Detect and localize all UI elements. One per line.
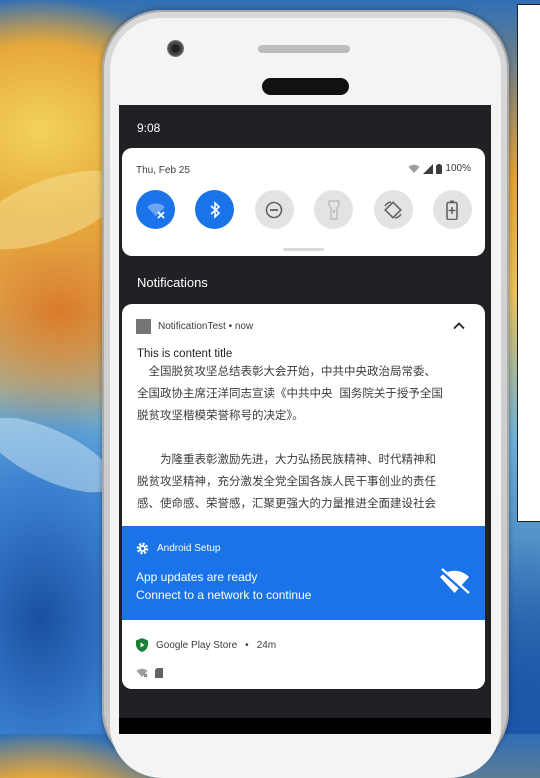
qs-status-icons: 100%: [408, 163, 471, 174]
wifi-signal-icon: [408, 164, 420, 173]
cell-signal-icon: [423, 163, 434, 174]
separator-dot: •: [245, 639, 249, 651]
status-time: 9:08: [137, 121, 161, 135]
auto-rotate-tile[interactable]: [373, 190, 413, 229]
play-time: 24m: [256, 639, 277, 651]
notification-shade[interactable]: 9:08 Thu, Feb 25 100% Notifications Noti…: [119, 105, 491, 734]
setup-text: Connect to a network to continue: [136, 588, 312, 602]
earpiece-speaker: [262, 78, 349, 95]
wifi-off-icon: [146, 202, 165, 219]
chevron-up-icon[interactable]: [451, 318, 467, 334]
battery-saver-tile[interactable]: [432, 190, 472, 229]
wifi-tile[interactable]: [136, 190, 175, 229]
setup-header: Android Setup: [136, 542, 220, 555]
play-app-name: Google Play Store: [156, 639, 238, 651]
auto-rotate-icon: [384, 200, 402, 219]
play-status-icons: [136, 668, 163, 678]
notification-title: This is content title: [137, 348, 233, 360]
notification-test-header[interactable]: NotificationTest • now: [136, 318, 471, 334]
top-bezel-slot: [258, 45, 350, 53]
flashlight-tile[interactable]: [314, 190, 354, 229]
bluetooth-tile[interactable]: [195, 190, 235, 229]
notification-body: 全国脱贫攻坚总结表彰大会开始，中共中央政治局常委、 全国政协主席汪洋同志宣读《中…: [137, 366, 443, 511]
do-not-disturb-icon: [265, 201, 283, 218]
quick-settings-tiles: [136, 190, 472, 229]
battery-percent: 100%: [445, 163, 471, 174]
notification-time: now: [234, 320, 254, 332]
side-window-panel: [517, 4, 540, 522]
android-setup-notification[interactable]: Android Setup App updates are ready Conn…: [122, 526, 485, 620]
flashlight-icon: [327, 199, 340, 220]
do-not-disturb-tile[interactable]: [254, 190, 294, 229]
app-square-icon: [136, 318, 151, 334]
setup-app-name: Android Setup: [157, 543, 221, 554]
notification-list: NotificationTest • now This is content t…: [122, 304, 485, 689]
drag-handle[interactable]: [283, 248, 324, 251]
play-header: Google Play Store • 24m: [136, 638, 276, 652]
gear-icon: [136, 542, 149, 555]
wifi-off-small-icon: [136, 668, 148, 678]
wifi-off-icon: [439, 568, 470, 596]
separator-dot: •: [225, 320, 235, 332]
bluetooth-icon: [210, 200, 221, 219]
battery-icon: [436, 163, 443, 174]
sd-card-icon: [155, 668, 163, 678]
qs-date: Thu, Feb 25: [136, 165, 190, 176]
battery-saver-icon: [446, 200, 459, 220]
notifications-header: Notifications: [137, 275, 208, 290]
quick-settings-panel[interactable]: Thu, Feb 25 100%: [122, 148, 485, 256]
play-store-notification[interactable]: Google Play Store • 24m: [122, 620, 485, 689]
notification-app-name: NotificationTest: [158, 320, 226, 332]
navigation-bar[interactable]: [119, 718, 491, 734]
setup-title: App updates are ready: [136, 570, 258, 584]
front-camera: [167, 40, 184, 57]
play-protect-shield-icon: [136, 638, 148, 652]
